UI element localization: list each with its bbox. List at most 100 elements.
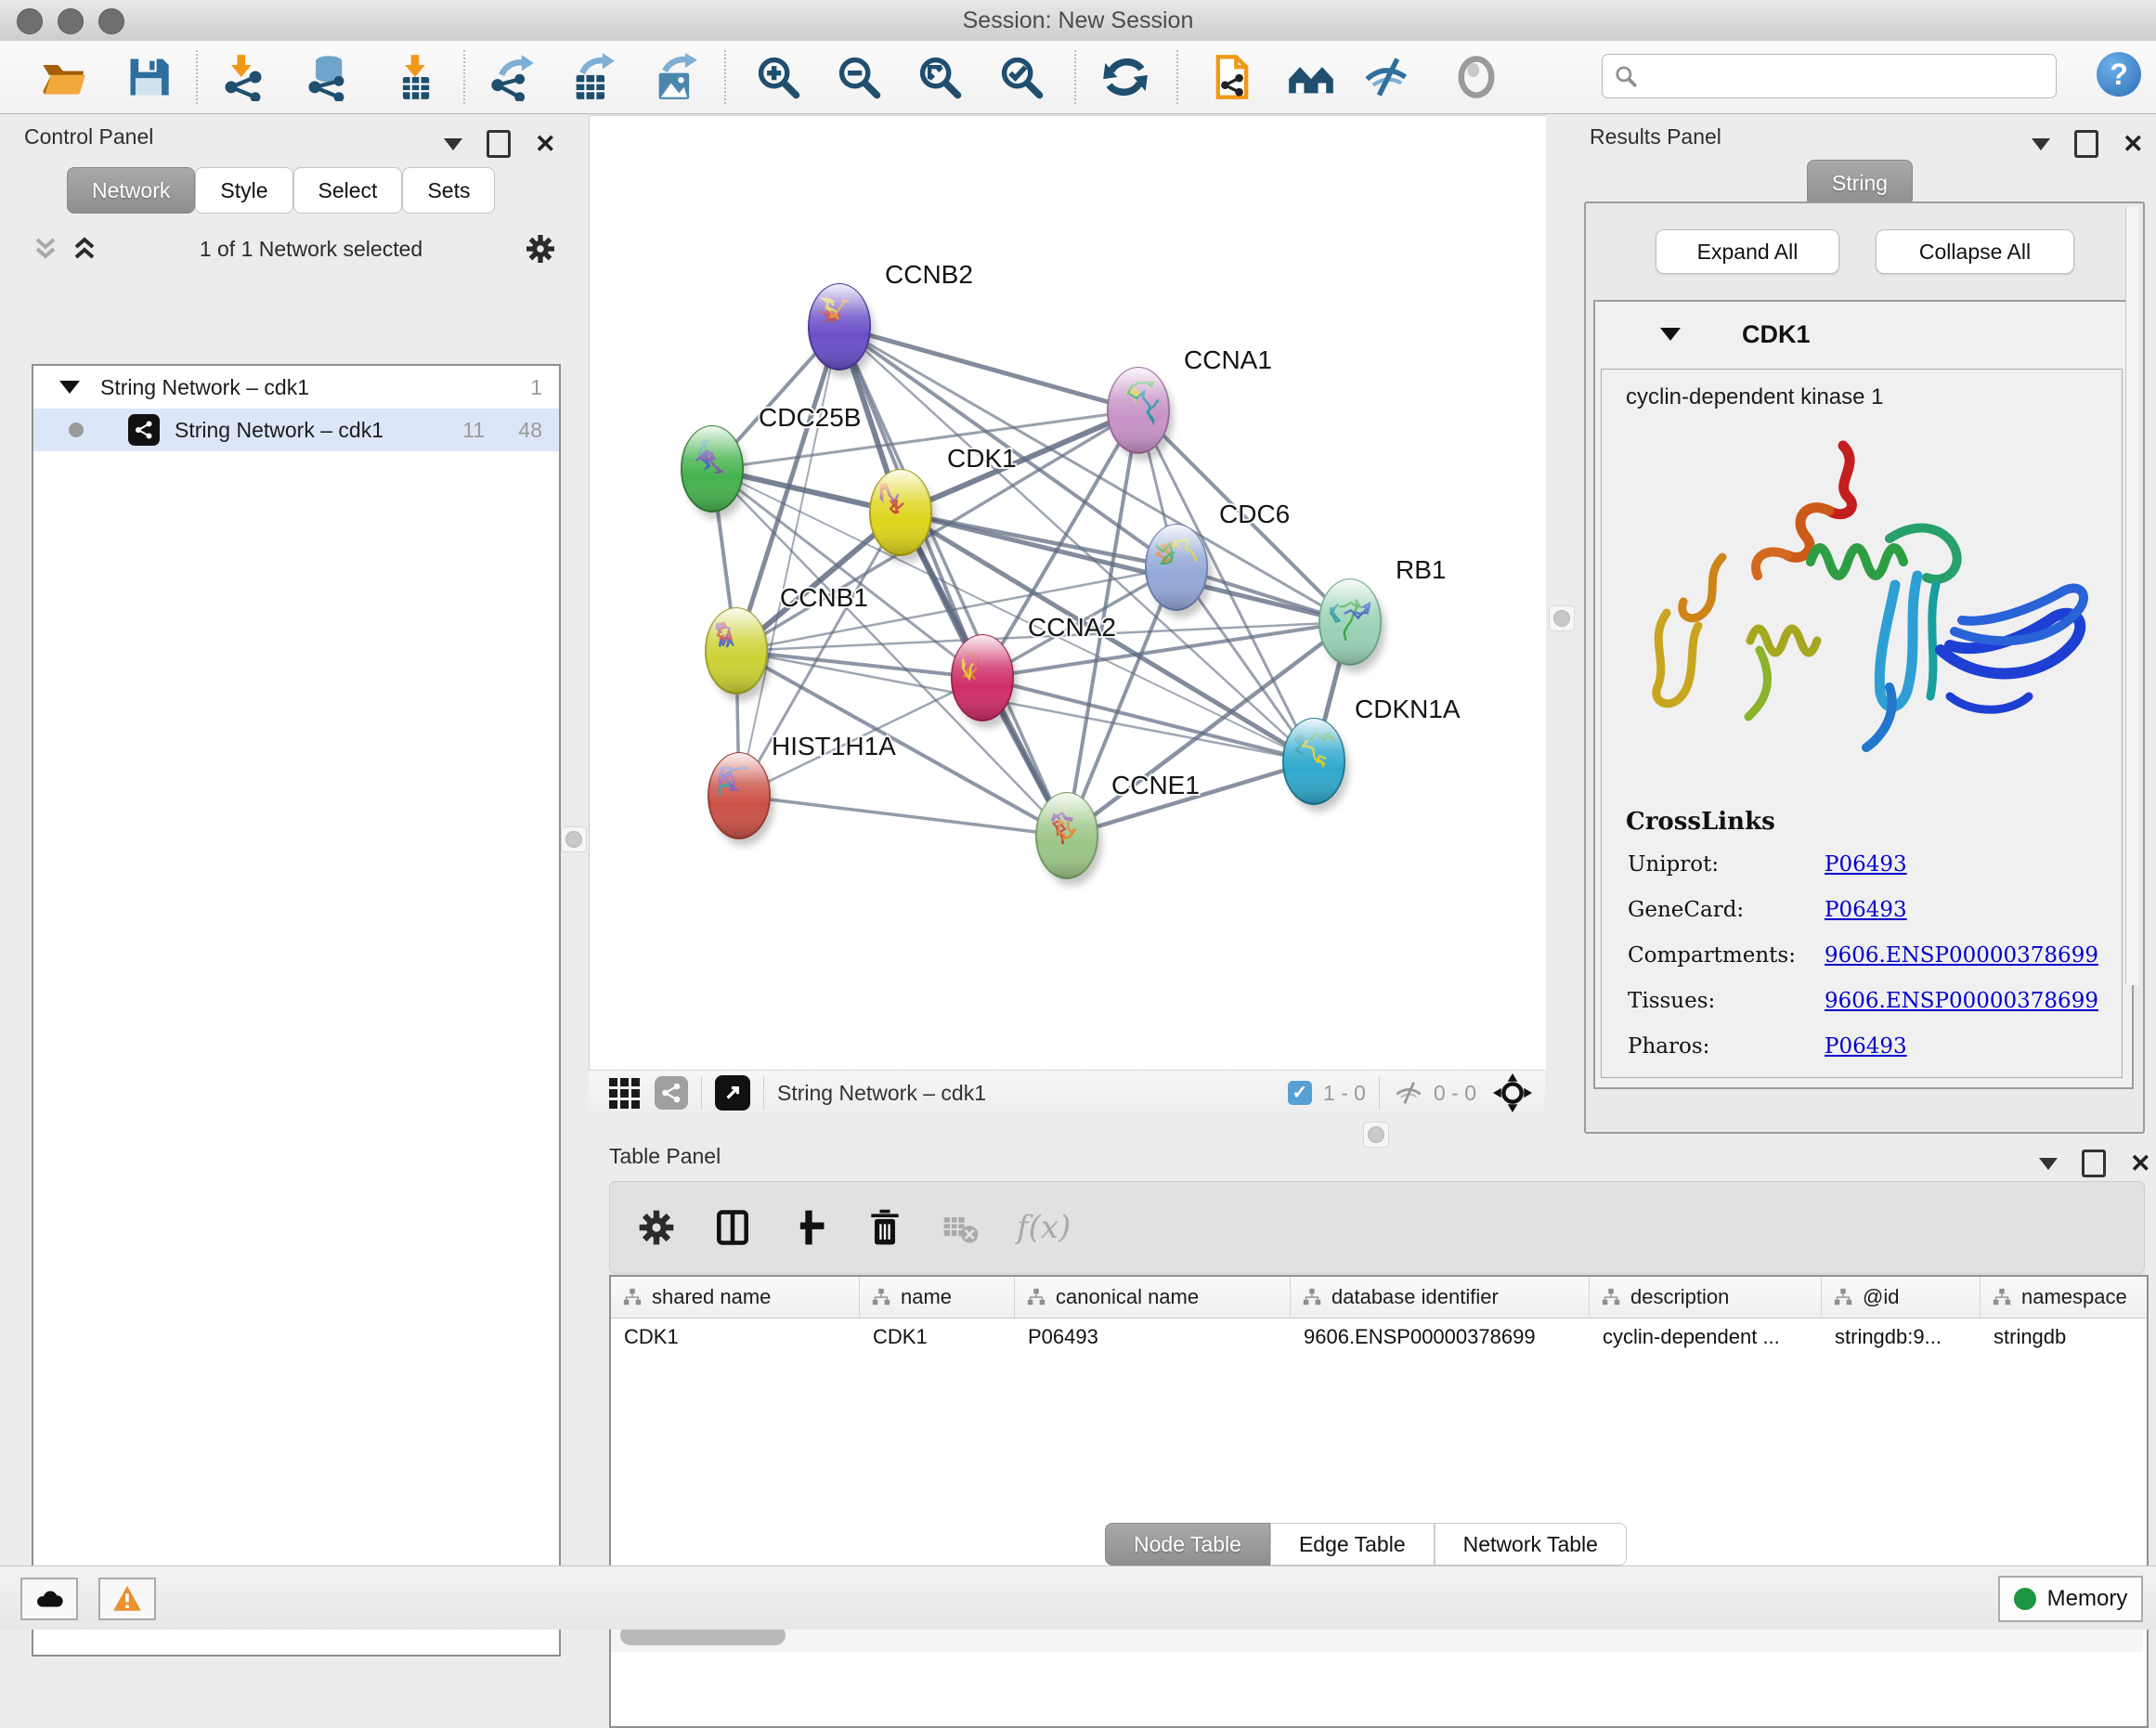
clipboard-network-button[interactable] — [1198, 47, 1266, 107]
birds-eye-grid-icon[interactable] — [609, 1078, 640, 1109]
network-style-icon[interactable] — [655, 1076, 688, 1110]
search-input[interactable] — [1645, 63, 2056, 89]
task-warnings-button[interactable] — [98, 1578, 156, 1620]
table-cell[interactable]: CDK1 — [611, 1319, 860, 1356]
table-cell[interactable]: 9606.ENSP00000378699 — [1291, 1319, 1590, 1356]
delete-table-icon[interactable] — [941, 1207, 981, 1248]
protein-section-header[interactable]: CDK1 — [1595, 302, 2132, 367]
tab-network-table[interactable]: Network Table — [1435, 1523, 1627, 1566]
tab-node-table[interactable]: Node Table — [1105, 1523, 1270, 1566]
apply-layout-button[interactable] — [1091, 47, 1160, 107]
crosslink-link[interactable]: P06493 — [1825, 852, 1907, 877]
column-header-canonical-name[interactable]: canonical name — [1015, 1277, 1291, 1318]
panel-float-icon[interactable] — [487, 130, 511, 158]
column-header-database-identifier[interactable]: database identifier — [1291, 1277, 1590, 1318]
left-splitter-grip[interactable] — [561, 826, 587, 852]
tab-style[interactable]: Style — [195, 167, 292, 214]
memory-button[interactable]: Memory — [1998, 1576, 2143, 1622]
add-column-icon[interactable] — [788, 1207, 829, 1248]
table-cell[interactable]: CDK1 — [860, 1319, 1015, 1356]
hidden-items-eye-icon[interactable] — [1393, 1077, 1424, 1109]
table-tabs: Node Table Edge Table Network Table — [1105, 1523, 1627, 1566]
table-settings-gear-icon[interactable] — [636, 1207, 677, 1248]
column-header-description[interactable]: description — [1590, 1277, 1822, 1318]
show-panel-eye-button[interactable] — [1442, 47, 1511, 107]
import-network-database-button[interactable] — [292, 47, 361, 107]
column-header-name[interactable]: name — [860, 1277, 1015, 1318]
network-node-CCNA2[interactable] — [952, 635, 1018, 728]
right-splitter-grip[interactable] — [1549, 605, 1575, 631]
function-builder-icon[interactable]: f(x) — [1017, 1209, 1071, 1246]
panel-close-icon[interactable]: ✕ — [535, 133, 556, 155]
column-header-namespace[interactable]: namespace — [1981, 1277, 2149, 1318]
panel-float-icon[interactable] — [2082, 1150, 2106, 1177]
crosslink-link[interactable]: 9606.ENSP00000378699 — [1825, 943, 2098, 968]
open-in-window-icon[interactable] — [715, 1075, 750, 1111]
zoom-selected-button[interactable] — [987, 47, 1056, 107]
node-label-CDKN1A: CDKN1A — [1355, 695, 1461, 723]
panel-menu-icon[interactable] — [444, 138, 462, 150]
network-node-RB1[interactable] — [1319, 579, 1385, 672]
panel-menu-icon[interactable] — [2032, 138, 2050, 150]
network-node-CCNB1[interactable] — [706, 608, 772, 701]
collapse-all-button[interactable]: Collapse All — [1876, 229, 2074, 274]
network-row[interactable]: String Network – cdk1 11 48 — [33, 409, 559, 451]
cloud-icon — [33, 1583, 65, 1615]
network-collection-row[interactable]: String Network – cdk1 1 — [33, 366, 559, 409]
network-canvas[interactable]: CCNB2CCNA1CDC25BCDK1CDC6RB1CCNB1CCNA2CDK… — [589, 115, 1546, 1071]
table-cell[interactable]: stringdb — [1981, 1319, 2149, 1356]
home-pages-button[interactable] — [1277, 47, 1345, 107]
cloud-status-button[interactable] — [20, 1578, 78, 1620]
network-edge[interactable] — [739, 327, 839, 796]
table-cell[interactable]: P06493 — [1015, 1319, 1291, 1356]
zoom-out-button[interactable] — [825, 47, 893, 107]
column-header--id[interactable]: @id — [1822, 1277, 1981, 1318]
network-options-gear-icon[interactable] — [524, 232, 557, 266]
tab-select[interactable]: Select — [293, 167, 403, 214]
delete-column-trash-icon[interactable] — [864, 1207, 905, 1248]
tab-edge-table[interactable]: Edge Table — [1270, 1523, 1435, 1566]
network-node-CCNE1[interactable] — [1036, 793, 1102, 886]
tab-sets[interactable]: Sets — [402, 167, 495, 214]
network-node-CCNB2[interactable] — [809, 284, 875, 377]
column-header-shared-name[interactable]: shared name — [611, 1277, 860, 1318]
show-columns-icon[interactable] — [712, 1207, 753, 1248]
zoom-in-button[interactable] — [744, 47, 812, 107]
table-row[interactable]: CDK1CDK1P064939606.ENSP00000378699cyclin… — [611, 1319, 2147, 1356]
import-table-file-button[interactable] — [381, 47, 449, 107]
hide-panel-eye-button[interactable] — [1353, 47, 1422, 107]
crosslink-link[interactable]: P06493 — [1825, 898, 1907, 922]
zoom-fit-button[interactable] — [905, 47, 974, 107]
crosslink-link[interactable]: P06493 — [1825, 1034, 1907, 1059]
panel-menu-icon[interactable] — [2039, 1158, 2058, 1170]
network-edge[interactable] — [739, 796, 1067, 836]
tab-string[interactable]: String — [1807, 160, 1913, 206]
section-collapse-icon[interactable] — [1660, 328, 1681, 341]
export-image-button[interactable] — [641, 47, 709, 107]
toolbar-separator — [463, 50, 465, 104]
fit-content-crosshair-icon[interactable] — [1493, 1073, 1532, 1112]
panel-close-icon[interactable]: ✕ — [2130, 1152, 2151, 1175]
collection-expand-icon[interactable] — [59, 381, 80, 394]
panel-close-icon[interactable]: ✕ — [2123, 133, 2144, 155]
export-network-button[interactable] — [477, 47, 546, 107]
save-session-button[interactable] — [114, 47, 183, 107]
expand-all-button[interactable]: Expand All — [1656, 229, 1839, 274]
open-session-button[interactable] — [29, 47, 97, 107]
node-label-CCNA1: CCNA1 — [1184, 345, 1272, 374]
export-table-button[interactable] — [558, 47, 627, 107]
network-node-CDKN1A[interactable] — [1283, 719, 1349, 812]
crosslink-link[interactable]: 9606.ENSP00000378699 — [1825, 989, 2098, 1013]
table-cell[interactable]: cyclin-dependent ... — [1590, 1319, 1822, 1356]
table-cell[interactable]: stringdb:9... — [1822, 1319, 1981, 1356]
collapse-all-icon[interactable] — [32, 235, 59, 263]
panel-float-icon[interactable] — [2074, 130, 2098, 158]
results-scrollbar[interactable] — [2125, 207, 2139, 985]
selected-nodes-checkbox[interactable]: ✓ — [1288, 1081, 1312, 1105]
toolbar-separator — [196, 50, 198, 104]
import-network-file-button[interactable] — [209, 47, 278, 107]
network-node-HIST1H1A[interactable] — [708, 753, 774, 846]
expand-all-icon[interactable] — [71, 235, 98, 263]
tab-network[interactable]: Network — [67, 167, 195, 214]
help-icon[interactable]: ? — [2097, 52, 2141, 97]
